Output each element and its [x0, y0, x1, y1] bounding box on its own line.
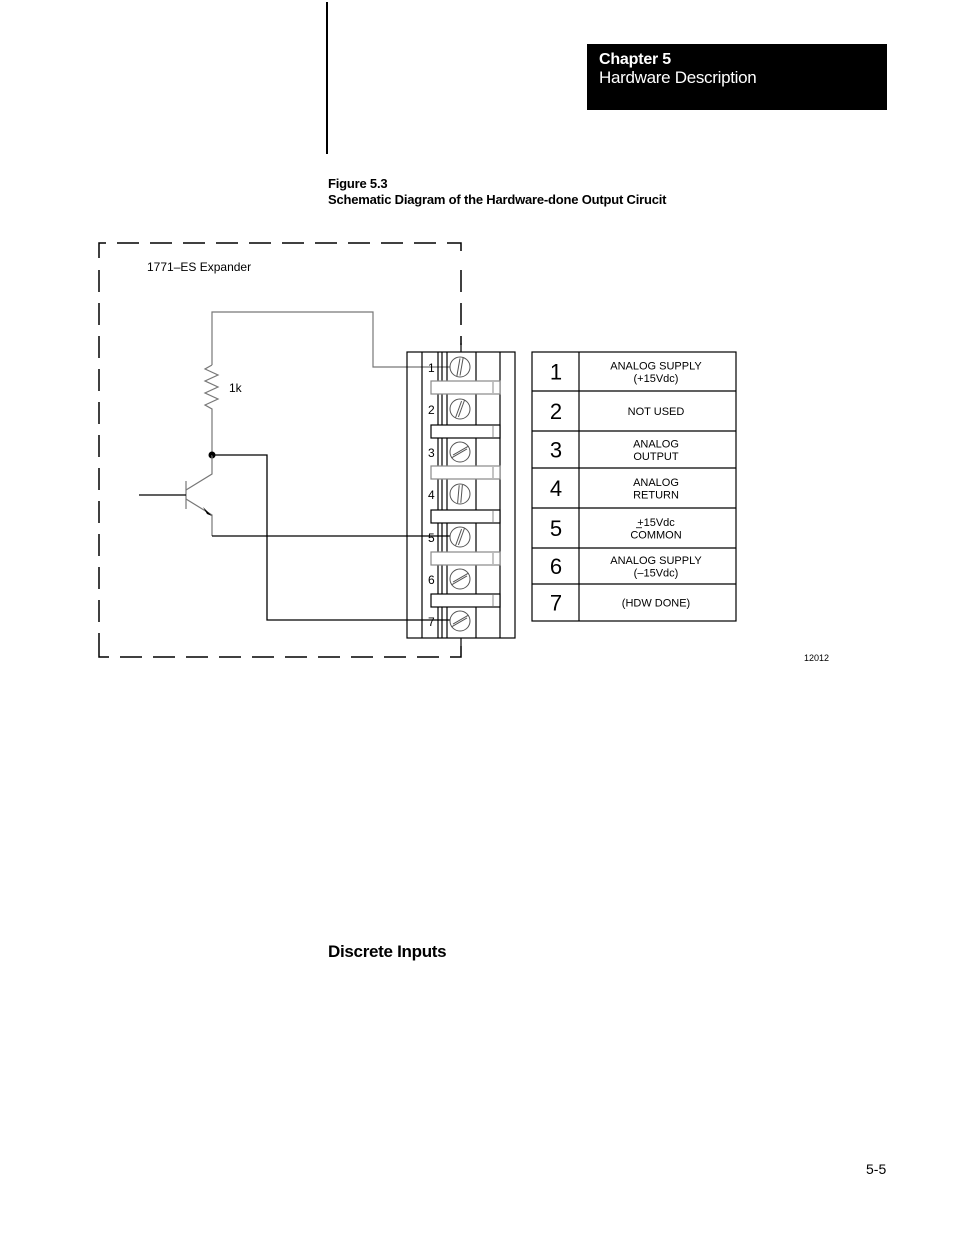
module-label: 1771–ES Expander — [147, 260, 251, 274]
terminal-separator — [430, 593, 501, 608]
legend-description: ANALOG — [633, 438, 679, 450]
page-number: 5-5 — [866, 1161, 887, 1177]
terminal-number: 3 — [428, 446, 435, 460]
screw-icon — [449, 526, 471, 548]
legend-description: COMMON — [630, 529, 681, 541]
terminal-separator — [430, 509, 501, 524]
emitter-arrow — [203, 507, 212, 516]
terminal-separator — [430, 380, 501, 395]
transistor-symbol — [185, 455, 213, 536]
legend-terminal-number: 7 — [550, 591, 562, 616]
legend-description: OUTPUT — [633, 451, 679, 463]
legend-terminal-number: 4 — [550, 476, 562, 501]
schematic-diagram: 1771–ES Expander 1k 1 2 3 4 5 6 7 1 ANALOG SUPP… — [98, 242, 829, 663]
legend-description: ANALOG SUPPLY — [610, 555, 702, 567]
screw-icon — [449, 356, 471, 378]
legend-description: +15Vdc — [637, 517, 675, 529]
legend-terminal-number: 2 — [550, 399, 562, 424]
legend-description: NOT USED — [628, 406, 685, 418]
legend-row: 4 ANALOGRETURN — [532, 467, 736, 501]
terminal-separator — [430, 424, 501, 439]
screw-icon — [449, 441, 471, 463]
legend-row: 2 NOT USED — [532, 390, 736, 424]
terminal-number: 5 — [428, 531, 435, 545]
resistor-label: 1k — [229, 381, 243, 395]
legend-terminal-number: 3 — [550, 438, 562, 463]
section-heading: Discrete Inputs — [328, 942, 447, 961]
legend-terminal-number: 6 — [550, 554, 562, 579]
legend-description: (+15Vdc) — [634, 373, 679, 385]
legend-row: 5 +15VdcCOMMON — [532, 507, 736, 541]
hdw-done-wire — [212, 454, 452, 621]
legend-description: ANALOG SUPPLY — [610, 360, 702, 372]
legend-description: (HDW DONE) — [622, 598, 690, 610]
terminal-number: 6 — [428, 573, 435, 587]
screw-icon — [449, 610, 471, 632]
figure-id: 12012 — [804, 653, 829, 663]
terminal-numbers: 1 2 3 4 5 6 7 — [428, 361, 435, 629]
terminal-legend-table: 1 ANALOG SUPPLY(+15Vdc)2 NOT USED3 ANALOGOU… — [531, 351, 737, 622]
legend-row: 3 ANALOGOUTPUT — [532, 430, 736, 463]
legend-description: (–15Vdc) — [634, 567, 679, 579]
terminal-screws — [449, 356, 471, 632]
screw-icon — [449, 568, 471, 590]
terminal-number: 7 — [428, 615, 435, 629]
resistor-symbol — [203, 364, 220, 455]
screw-icon — [449, 398, 471, 420]
terminal-separator — [430, 465, 501, 480]
supply-wire — [211, 311, 452, 368]
legend-terminal-number: 5 — [550, 516, 562, 541]
legend-description: RETURN — [633, 489, 679, 501]
legend-row: 6 ANALOG SUPPLY(–15Vdc) — [532, 547, 736, 579]
legend-description: ANALOG — [633, 477, 679, 489]
legend-row: 1 ANALOG SUPPLY(+15Vdc) — [550, 360, 703, 385]
terminal-number: 1 — [428, 361, 435, 375]
terminal-number: 2 — [428, 403, 435, 417]
terminal-number: 4 — [428, 488, 435, 502]
screw-icon — [449, 483, 471, 505]
legend-terminal-number: 1 — [550, 360, 562, 385]
terminal-separator — [430, 551, 501, 566]
legend-row: 7 (HDW DONE) — [532, 583, 736, 616]
